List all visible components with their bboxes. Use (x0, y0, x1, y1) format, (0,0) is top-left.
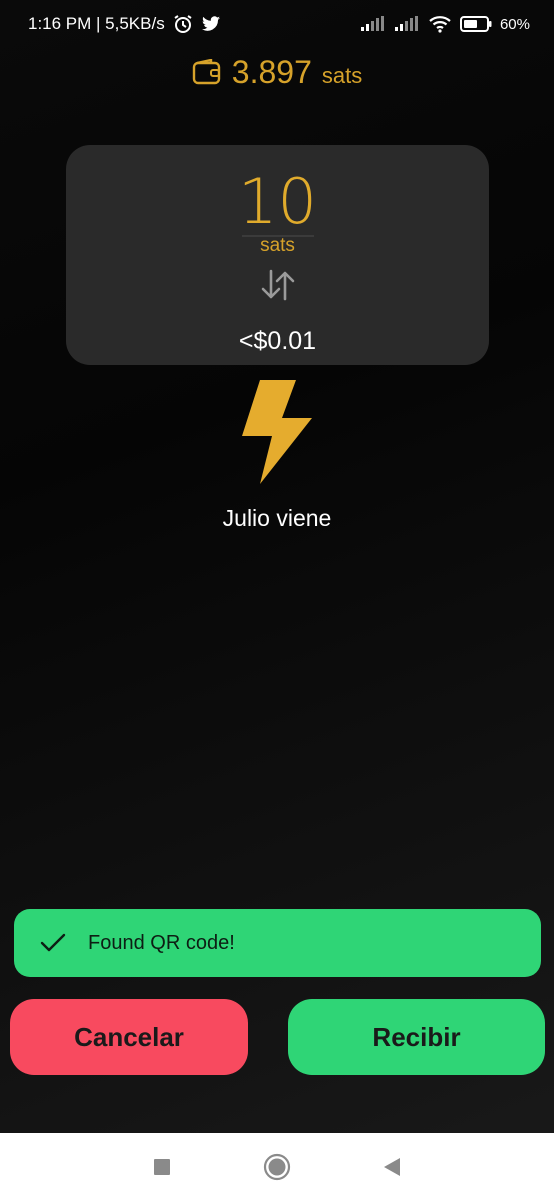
amount-card[interactable]: 10 sats <$0.01 (66, 145, 489, 365)
alarm-icon (173, 14, 193, 34)
swap-icon[interactable] (259, 267, 297, 303)
balance-amount: 3.897 (231, 53, 312, 90)
wallet-icon (192, 59, 222, 85)
payee-name: Julio viene (222, 505, 332, 531)
status-time: 1:16 PM | 5,5KB/s (28, 14, 165, 33)
back-icon[interactable] (372, 1147, 412, 1187)
amount-unit: sats (260, 235, 295, 256)
twitter-icon (201, 15, 221, 33)
signal-icon (360, 16, 386, 32)
lightning-icon (238, 378, 316, 486)
toast-message: Found QR code! (88, 931, 235, 954)
cancel-button[interactable]: Cancelar (10, 999, 248, 1075)
wallet-balance: 3.897 sats (0, 50, 554, 94)
battery-icon (459, 16, 492, 32)
amount-value[interactable]: 10 (66, 165, 489, 238)
signal-icon (394, 16, 420, 32)
fiat-value: <$0.01 (238, 327, 317, 355)
home-icon[interactable] (257, 1147, 297, 1187)
status-left: 1:16 PM | 5,5KB/s (28, 14, 221, 34)
balance-unit: sats (321, 63, 363, 88)
check-icon (40, 933, 66, 952)
receive-button[interactable]: Recibir (288, 999, 545, 1075)
battery-level: 60% (499, 15, 530, 33)
wifi-icon (428, 15, 452, 33)
system-nav-bar (0, 1133, 554, 1200)
toast-notification: Found QR code! (14, 909, 541, 977)
recents-icon[interactable] (142, 1147, 182, 1187)
status-bar: 1:16 PM | 5,5KB/s 60% (0, 0, 554, 48)
status-right: 60% (360, 15, 530, 33)
